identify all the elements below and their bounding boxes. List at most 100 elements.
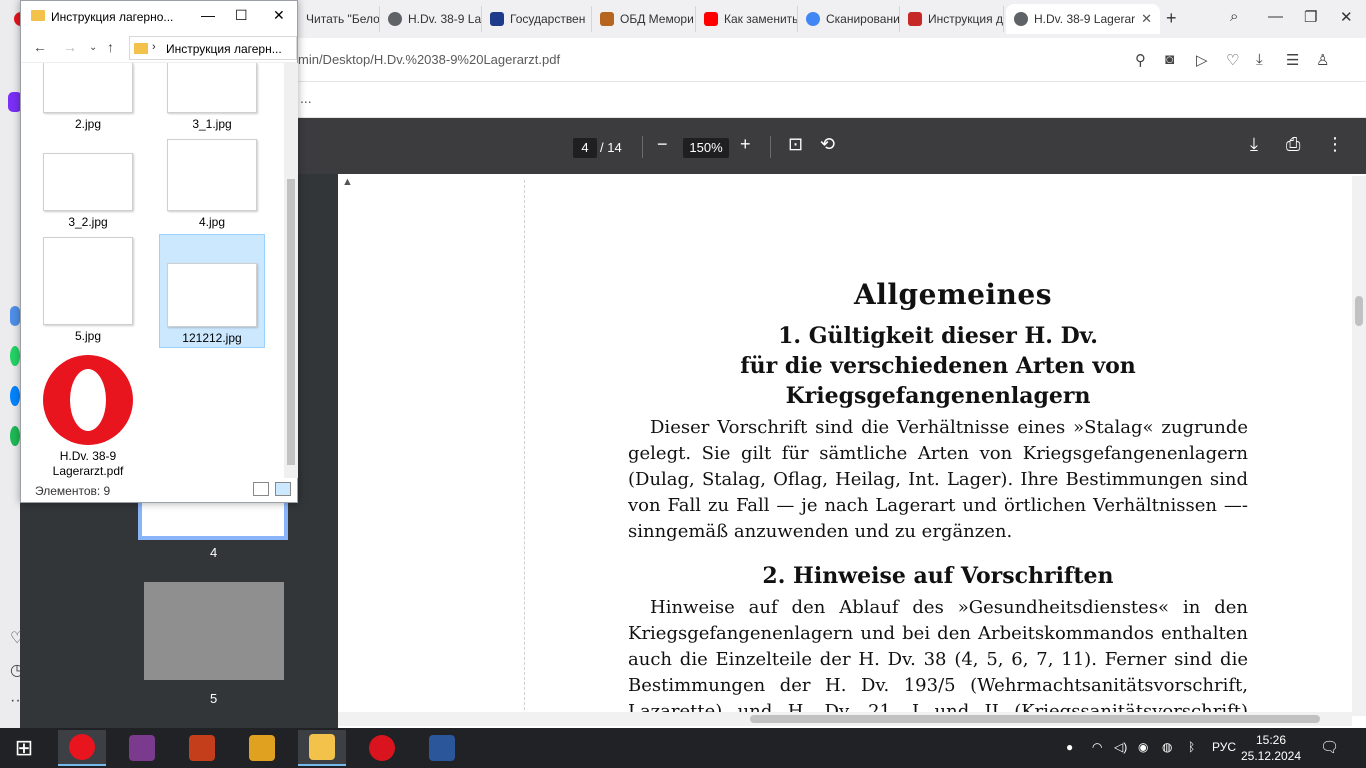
tray-app-icon[interactable]: ● bbox=[1066, 740, 1073, 754]
bookmarks-more[interactable]: ... bbox=[300, 90, 312, 106]
taskbar-winrar[interactable] bbox=[118, 730, 166, 766]
more-options-icon[interactable]: ⋮ bbox=[1326, 134, 1344, 155]
file-121212-jpg[interactable]: 121212.jpg bbox=[159, 234, 265, 348]
search-tabs-icon[interactable]: ⌕ bbox=[1230, 8, 1238, 25]
network-icon[interactable]: ◠ bbox=[1092, 740, 1102, 754]
tab-chitat[interactable]: Читать "Бело bbox=[298, 6, 380, 32]
windows-taskbar: ⊞ ● ◠ ◁) ◉ ◍ ᛒ РУС 15:26 25.12.2024 🗨 bbox=[0, 728, 1366, 768]
section-1-title: 1. Gültigkeit dieser H. Dv. bbox=[778, 323, 1098, 349]
close-window-icon[interactable]: ✕ bbox=[1340, 8, 1353, 26]
forward-arrow-icon[interactable]: → bbox=[63, 39, 77, 55]
volume-icon[interactable]: ◁) bbox=[1114, 740, 1127, 754]
memorial-icon bbox=[600, 12, 614, 26]
fit-page-icon[interactable]: ⊡ bbox=[788, 134, 803, 155]
heart-icon[interactable]: ♡ bbox=[1226, 51, 1239, 69]
send-icon[interactable]: ▷ bbox=[1196, 51, 1208, 69]
taskbar-faststone[interactable] bbox=[238, 730, 286, 766]
download-icon[interactable]: ⤓ bbox=[1250, 134, 1258, 155]
tab-gosudarstven[interactable]: Государствен bbox=[482, 6, 592, 32]
file-3-2-jpg[interactable]: 3_2.jpg bbox=[35, 153, 141, 229]
language-indicator[interactable]: РУС bbox=[1212, 740, 1236, 754]
explorer-scrollbar[interactable] bbox=[284, 63, 298, 478]
new-tab-button[interactable]: + bbox=[1166, 8, 1177, 29]
profile-icon[interactable]: ♙ bbox=[1316, 51, 1329, 69]
settings-icon[interactable]: ☰ bbox=[1286, 51, 1299, 69]
bluetooth-icon[interactable]: ᛒ bbox=[1188, 740, 1195, 754]
file-explorer-window: Инструкция лагерно... — ☐ ✕ ← → ⌄ ↑ › Ин… bbox=[20, 0, 298, 503]
image-thumbnail bbox=[43, 153, 133, 211]
horizontal-scrollbar[interactable] bbox=[338, 712, 1352, 726]
file-name: 2.jpg bbox=[74, 117, 102, 131]
download-icon[interactable]: ⤓ bbox=[1256, 51, 1263, 68]
file-4-jpg[interactable]: 4.jpg bbox=[159, 139, 265, 229]
image-thumbnail bbox=[167, 63, 257, 113]
section-1-paragraph: Dieser Vorschrift sind die Verhältnisse … bbox=[628, 417, 1248, 542]
url-field[interactable]: min/Desktop/H.Dv.%2038-9%20Lagerarzt.pdf bbox=[298, 52, 560, 67]
explorer-address-field[interactable]: › Инструкция лагерн... bbox=[129, 36, 297, 60]
back-arrow-icon[interactable]: ← bbox=[33, 39, 47, 55]
restore-icon[interactable]: ❐ bbox=[1304, 8, 1317, 26]
file-3-1-jpg[interactable]: 3_1.jpg bbox=[159, 63, 265, 131]
taskbar-word[interactable] bbox=[418, 730, 466, 766]
scrollbar-thumb[interactable] bbox=[750, 715, 1320, 723]
up-arrow-icon[interactable]: ↑ bbox=[107, 39, 114, 55]
taskbar-screen-recorder[interactable] bbox=[358, 730, 406, 766]
image-viewer-icon bbox=[249, 735, 275, 761]
close-icon[interactable]: ✕ bbox=[273, 7, 285, 24]
minimize-icon[interactable]: — bbox=[1268, 8, 1283, 25]
explorer-title-bar: Инструкция лагерно... — ☐ ✕ bbox=[21, 1, 297, 33]
section-2-paragraph: Hinweise auf den Ablauf des »Gesundheits… bbox=[628, 597, 1248, 728]
taskbar-powerpoint[interactable] bbox=[178, 730, 226, 766]
zoom-icon[interactable]: ⚲ bbox=[1135, 51, 1146, 69]
notifications-icon[interactable]: 🗨 bbox=[1320, 738, 1339, 756]
start-button[interactable]: ⊞ bbox=[0, 730, 48, 766]
print-icon[interactable]: ⎙ bbox=[1286, 134, 1300, 155]
taskbar-explorer[interactable] bbox=[298, 730, 346, 766]
vertical-scrollbar[interactable] bbox=[1352, 176, 1366, 716]
whatsapp-icon[interactable] bbox=[10, 346, 20, 366]
tab-hdv-active[interactable]: H.Dv. 38-9 Lagerarzt.pd ✕ bbox=[1006, 4, 1160, 34]
file-5-jpg[interactable]: 5.jpg bbox=[35, 237, 141, 343]
file-name: H.Dv. 38-9 Lagerarzt.pdf bbox=[52, 449, 124, 478]
tab-hdv-1[interactable]: H.Dv. 38-9 La bbox=[380, 6, 482, 32]
explorer-path: Инструкция лагерн... bbox=[166, 42, 282, 56]
workspace-icon[interactable] bbox=[10, 306, 20, 326]
minimize-icon[interactable]: — bbox=[201, 7, 215, 23]
tab-google[interactable]: Сканировани bbox=[798, 6, 900, 32]
tab-youtube[interactable]: Как заменить bbox=[696, 6, 798, 32]
taskbar-opera[interactable] bbox=[58, 730, 106, 766]
tray-app-icon[interactable]: ◍ bbox=[1162, 740, 1172, 754]
tray-app-icon[interactable]: ◉ bbox=[1138, 740, 1148, 754]
scrollbar-thumb[interactable] bbox=[1355, 296, 1363, 326]
details-view-icon[interactable] bbox=[253, 482, 269, 496]
zoom-out-icon[interactable]: − bbox=[657, 134, 668, 155]
page-number-input[interactable]: 4 bbox=[573, 138, 597, 158]
scrollbar-thumb[interactable] bbox=[287, 179, 295, 465]
chevron-down-icon[interactable]: ⌄ bbox=[89, 42, 97, 53]
file-hdv-pdf[interactable]: H.Dv. 38-9 Lagerarzt.pdf bbox=[35, 355, 141, 478]
messenger-icon[interactable] bbox=[10, 386, 20, 406]
zoom-in-icon[interactable]: + bbox=[740, 134, 751, 155]
close-icon[interactable]: ✕ bbox=[1141, 11, 1152, 27]
large-icons-view-icon[interactable] bbox=[275, 482, 291, 496]
clock[interactable]: 15:26 25.12.2024 bbox=[1240, 732, 1302, 764]
windows-icon: ⊞ bbox=[14, 735, 34, 760]
maximize-icon[interactable]: ☐ bbox=[235, 7, 248, 24]
tab-obd-memorial[interactable]: ОБД Мемори bbox=[592, 6, 696, 32]
site-icon bbox=[908, 12, 922, 26]
file-2-jpg[interactable]: 2.jpg bbox=[35, 63, 141, 131]
thumbnail-page-5[interactable] bbox=[144, 582, 284, 680]
item-count: Элементов: 9 bbox=[35, 484, 111, 498]
page-total: / 14 bbox=[600, 140, 622, 155]
spotify-icon[interactable] bbox=[10, 426, 20, 446]
scroll-up-arrow[interactable]: ▲ bbox=[342, 176, 353, 188]
zoom-level-input[interactable]: 150% bbox=[683, 138, 729, 158]
section-2-title: 2. Hinweise auf Vorschriften bbox=[762, 563, 1114, 589]
rotate-icon[interactable]: ⟲ bbox=[820, 134, 835, 155]
explorer-nav-bar: ← → ⌄ ↑ › Инструкция лагерн... bbox=[21, 33, 297, 63]
tab-instrukciya[interactable]: Инструкция д bbox=[900, 6, 1004, 32]
tab-label: Инструкция д bbox=[928, 12, 1003, 26]
thumbnail-label: 4 bbox=[210, 545, 218, 560]
explorer-status-bar: Элементов: 9 bbox=[21, 478, 297, 502]
camera-icon[interactable]: ◙ bbox=[1165, 51, 1174, 68]
